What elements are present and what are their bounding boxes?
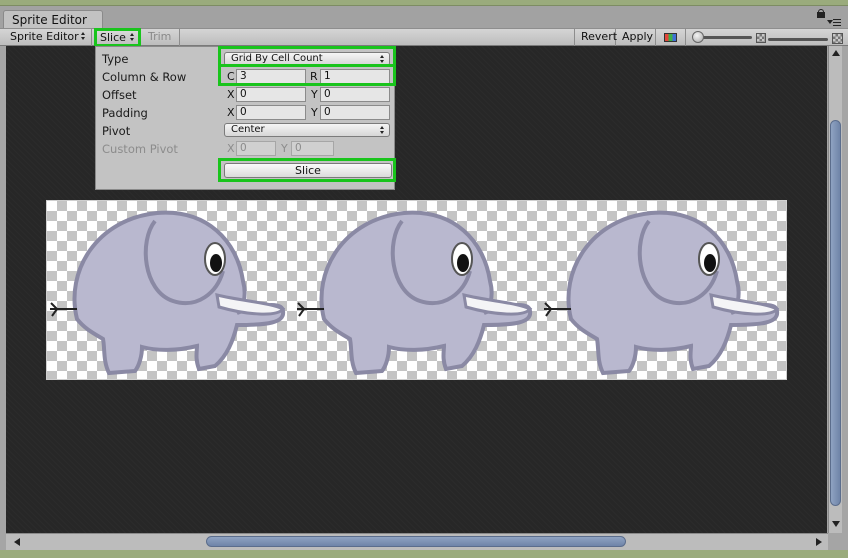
elephant-sprite[interactable] <box>47 201 294 381</box>
padding-x-axis-label: X <box>227 106 235 119</box>
window-frame-bottom <box>0 550 848 558</box>
vertical-scroll-thumb[interactable] <box>830 120 841 506</box>
mip-level-slider[interactable] <box>768 38 828 41</box>
elephant-sprite[interactable] <box>294 201 541 381</box>
window-menu-icon[interactable] <box>827 18 841 28</box>
pivot-label: Pivot <box>102 124 131 138</box>
rgb-channels-icon <box>664 33 677 42</box>
offset-y-field[interactable]: 0 <box>320 87 390 102</box>
slice-dropdown-label: Slice <box>100 31 126 44</box>
elephant-figure <box>297 210 533 376</box>
offset-x-field[interactable]: 0 <box>236 87 306 102</box>
elephant-figure <box>544 210 780 376</box>
rgb-toggle-button[interactable] <box>656 29 686 46</box>
mode-dropdown-label: Sprite Editor <box>10 30 79 43</box>
pivot-dropdown-value: Center <box>231 124 265 135</box>
toolbar: Sprite Editor Slice Trim Revert Apply <box>0 28 848 47</box>
padding-x-field[interactable]: 0 <box>236 105 306 120</box>
elephant-sprite[interactable] <box>541 201 788 381</box>
slice-dropdown-button[interactable]: Slice <box>94 28 141 47</box>
custom-pivot-y-axis-label: Y <box>281 142 288 155</box>
padding-y-field[interactable]: 0 <box>320 105 390 120</box>
apply-button[interactable]: Apply <box>616 29 656 46</box>
updown-arrows-icon <box>81 32 86 41</box>
mip-high-icon <box>832 33 843 44</box>
updown-arrows-icon <box>380 126 385 135</box>
offset-x-axis-label: X <box>227 88 235 101</box>
zoom-slider[interactable] <box>692 31 754 45</box>
pivot-dropdown[interactable]: Center <box>224 123 390 137</box>
custom-pivot-label: Custom Pivot <box>102 142 178 156</box>
custom-pivot-x-axis-label: X <box>227 142 235 155</box>
slice-settings-panel: Type Grid By Cell Count Column & Row C 3… <box>95 46 396 190</box>
column-row-label: Column & Row <box>102 70 187 84</box>
mode-dropdown[interactable]: Sprite Editor <box>0 29 92 46</box>
padding-label: Padding <box>102 106 148 120</box>
custom-pivot-x-field: 0 <box>236 141 276 156</box>
trim-button[interactable]: Trim <box>142 29 180 46</box>
offset-y-axis-label: Y <box>311 88 318 101</box>
sprite-sheet[interactable] <box>46 200 787 380</box>
scroll-right-arrow-icon[interactable] <box>816 538 822 546</box>
scroll-up-arrow-icon[interactable] <box>832 50 840 56</box>
elephant-figure <box>50 210 286 376</box>
slice-button-highlight <box>218 158 396 182</box>
scroll-left-arrow-icon[interactable] <box>14 538 20 546</box>
offset-label: Offset <box>102 88 137 102</box>
mip-low-icon <box>756 33 766 43</box>
column-row-highlight <box>218 64 396 86</box>
updown-arrows-icon <box>130 33 135 42</box>
scroll-down-arrow-icon[interactable] <box>832 521 840 527</box>
zoom-slider-knob[interactable] <box>692 31 704 43</box>
tab-bar: Sprite Editor <box>0 6 848 29</box>
type-label: Type <box>102 52 129 66</box>
tab-sprite-editor[interactable]: Sprite Editor <box>3 10 103 29</box>
zoom-slider-track <box>696 36 752 39</box>
horizontal-scroll-thumb[interactable] <box>206 536 626 547</box>
custom-pivot-y-field: 0 <box>291 141 334 156</box>
revert-button[interactable]: Revert <box>574 29 617 46</box>
padding-y-axis-label: Y <box>311 106 318 119</box>
vertical-scrollbar[interactable] <box>828 46 842 533</box>
horizontal-scrollbar[interactable] <box>6 533 828 550</box>
lock-icon[interactable] <box>816 9 826 18</box>
